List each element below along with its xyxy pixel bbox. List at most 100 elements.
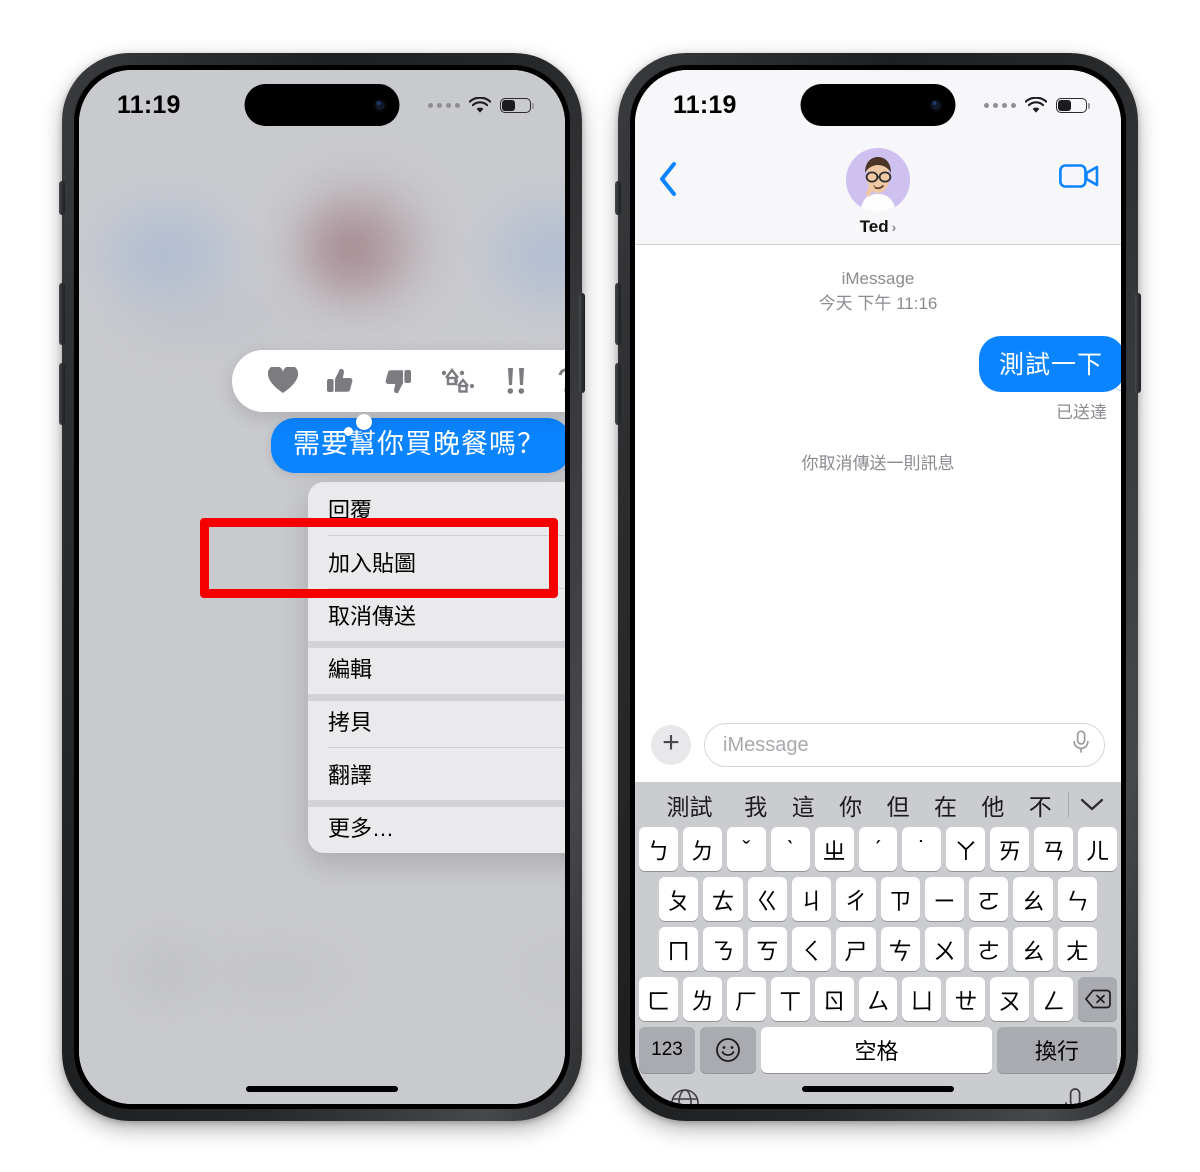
menu-item-edit[interactable]: 編輯 — [308, 641, 565, 694]
key-bopomofo[interactable]: ㄈ — [639, 977, 678, 1021]
candidate-4[interactable]: 但 — [874, 788, 921, 822]
microphone-icon[interactable] — [1072, 730, 1090, 760]
message-composer: + iMessage — [635, 708, 1121, 782]
key-bopomofo[interactable]: ㄥ — [1034, 977, 1074, 1021]
silent-switch[interactable] — [59, 181, 65, 215]
focused-message-bubble[interactable]: 需要幫你買晚餐嗎？ — [271, 418, 565, 474]
key-bopomofo[interactable]: ㄡ — [990, 977, 1030, 1021]
right-phone-screen: Ted › 11:19 iMessage 今天 下午 11:16 測試一下 已送… — [635, 70, 1121, 1104]
key-bopomofo[interactable]: ㄗ — [880, 877, 920, 921]
key-bopomofo[interactable]: ㄐ — [791, 877, 832, 921]
key-bopomofo[interactable]: ㄘ — [880, 927, 920, 971]
globe-keyboard-icon[interactable] — [669, 1087, 701, 1104]
front-camera-icon — [929, 98, 943, 112]
key-bopomofo[interactable]: ㄖ — [814, 977, 854, 1021]
imessage-input[interactable]: iMessage — [704, 723, 1105, 767]
key-bopomofo[interactable]: ㄋ — [703, 927, 743, 971]
key-bopomofo[interactable]: ㄙ — [858, 977, 898, 1021]
key-bopomofo[interactable]: ㄝ — [946, 977, 986, 1021]
power-button[interactable] — [579, 293, 585, 393]
menu-item-label: 更多… — [328, 815, 395, 841]
power-button[interactable] — [1135, 293, 1141, 393]
key-tone[interactable]: ˙ — [902, 827, 942, 871]
home-indicator[interactable] — [802, 1086, 954, 1092]
key-bopomofo[interactable]: ㄆ — [659, 877, 699, 921]
menu-item-more[interactable]: 更多… — [308, 800, 565, 853]
key-bopomofo[interactable]: ㄚ — [946, 827, 986, 871]
key-bopomofo[interactable]: ㄕ — [836, 927, 876, 971]
candidate-5[interactable]: 在 — [922, 788, 969, 822]
key-bopomofo[interactable]: ㄉ — [682, 827, 722, 871]
candidate-3[interactable]: 你 — [827, 788, 874, 822]
key-bopomofo[interactable]: ㄅ — [639, 827, 678, 871]
space-key[interactable]: 空格 — [761, 1027, 992, 1073]
tapback-tail-large — [356, 414, 372, 430]
key-bopomofo[interactable]: ㄠ — [1013, 877, 1053, 921]
sent-message-bubble[interactable]: 測試一下 — [978, 336, 1121, 393]
key-bopomofo[interactable]: ㄍ — [747, 877, 787, 921]
silent-switch[interactable] — [615, 181, 621, 215]
candidate-0[interactable]: 測試 — [647, 788, 732, 822]
numeric-key[interactable]: 123 — [639, 1027, 695, 1073]
avatar[interactable] — [846, 148, 910, 212]
keyboard-bottom-row: 123 空格 換行 — [635, 1027, 1121, 1073]
key-bopomofo[interactable]: ㄤ — [1057, 927, 1097, 971]
dictation-microphone-icon[interactable] — [1063, 1087, 1087, 1104]
key-bopomofo[interactable]: ㄌ — [682, 977, 722, 1021]
key-bopomofo[interactable]: ㄣ — [1057, 877, 1097, 921]
key-bopomofo[interactable]: ㄊ — [703, 877, 743, 921]
key-bopomofo[interactable]: ㄩ — [902, 977, 942, 1021]
contact-name-row[interactable]: Ted › — [860, 217, 897, 237]
volume-up-button[interactable] — [615, 283, 621, 345]
contact-header[interactable]: Ted › — [846, 148, 910, 244]
heart-reaction[interactable] — [267, 367, 298, 395]
candidate-2[interactable]: 這 — [779, 788, 826, 822]
return-key[interactable]: 換行 — [997, 1027, 1117, 1073]
chevron-right-icon: › — [891, 219, 897, 235]
volume-up-button[interactable] — [59, 283, 65, 345]
volume-down-button[interactable] — [59, 363, 65, 425]
key-tone[interactable]: ˇ — [726, 827, 766, 871]
sent-message-row: 測試一下 — [635, 336, 1121, 393]
thumbs-up-reaction[interactable] — [325, 366, 355, 396]
service-label: iMessage — [841, 269, 915, 288]
facetime-video-icon[interactable] — [1059, 162, 1099, 195]
key-bopomofo[interactable]: ㄒ — [770, 977, 810, 1021]
key-bopomofo[interactable]: ㄓ — [814, 827, 854, 871]
emoji-smiley-icon[interactable] — [700, 1027, 756, 1073]
volume-down-button[interactable] — [615, 363, 621, 425]
key-bopomofo[interactable]: ㄧ — [924, 877, 965, 921]
dynamic-island — [244, 84, 400, 126]
key-tone[interactable]: ˋ — [770, 827, 810, 871]
key-bopomofo[interactable]: ㄦ — [1078, 827, 1117, 871]
attachments-plus-button[interactable]: + — [651, 725, 691, 765]
menu-item-copy[interactable]: 拷貝 — [308, 694, 565, 747]
key-bopomofo[interactable]: ㄢ — [1034, 827, 1074, 871]
home-indicator[interactable] — [246, 1086, 398, 1092]
candidate-1[interactable]: 我 — [732, 788, 779, 822]
exclamation-reaction[interactable] — [504, 366, 530, 396]
menu-item-label: 取消傳送 — [328, 603, 417, 629]
key-tone[interactable]: ˊ — [858, 827, 898, 871]
key-bopomofo[interactable]: ㄠ — [1013, 927, 1053, 971]
key-bopomofo[interactable]: ㄑ — [791, 927, 832, 971]
tapback-reaction-bar[interactable]: ? — [232, 350, 565, 412]
menu-item-translate[interactable]: 翻譯 A文 — [308, 747, 565, 800]
delete-backspace-icon[interactable] — [1078, 977, 1117, 1021]
key-bopomofo[interactable]: ㄔ — [836, 877, 876, 921]
haha-reaction[interactable] — [440, 366, 476, 396]
key-bopomofo[interactable]: ㄛ — [969, 877, 1009, 921]
key-bopomofo[interactable]: ㄎ — [747, 927, 787, 971]
question-reaction[interactable]: ? — [557, 364, 565, 398]
thumbs-down-reaction[interactable] — [383, 366, 413, 396]
candidate-7[interactable]: 不 — [1017, 788, 1064, 822]
back-chevron-icon[interactable] — [657, 160, 679, 203]
key-bopomofo[interactable]: ㄜ — [969, 927, 1009, 971]
key-bopomofo[interactable]: ㄇ — [659, 927, 699, 971]
key-bopomofo[interactable]: ㄏ — [726, 977, 766, 1021]
key-bopomofo[interactable]: ㄨ — [924, 927, 965, 971]
chevron-down-icon[interactable] — [1073, 791, 1111, 818]
key-bopomofo[interactable]: ㄞ — [990, 827, 1030, 871]
candidate-6[interactable]: 他 — [969, 788, 1016, 822]
right-phone-bezel: Ted › 11:19 iMessage 今天 下午 11:16 測試一下 已送… — [630, 65, 1126, 1109]
